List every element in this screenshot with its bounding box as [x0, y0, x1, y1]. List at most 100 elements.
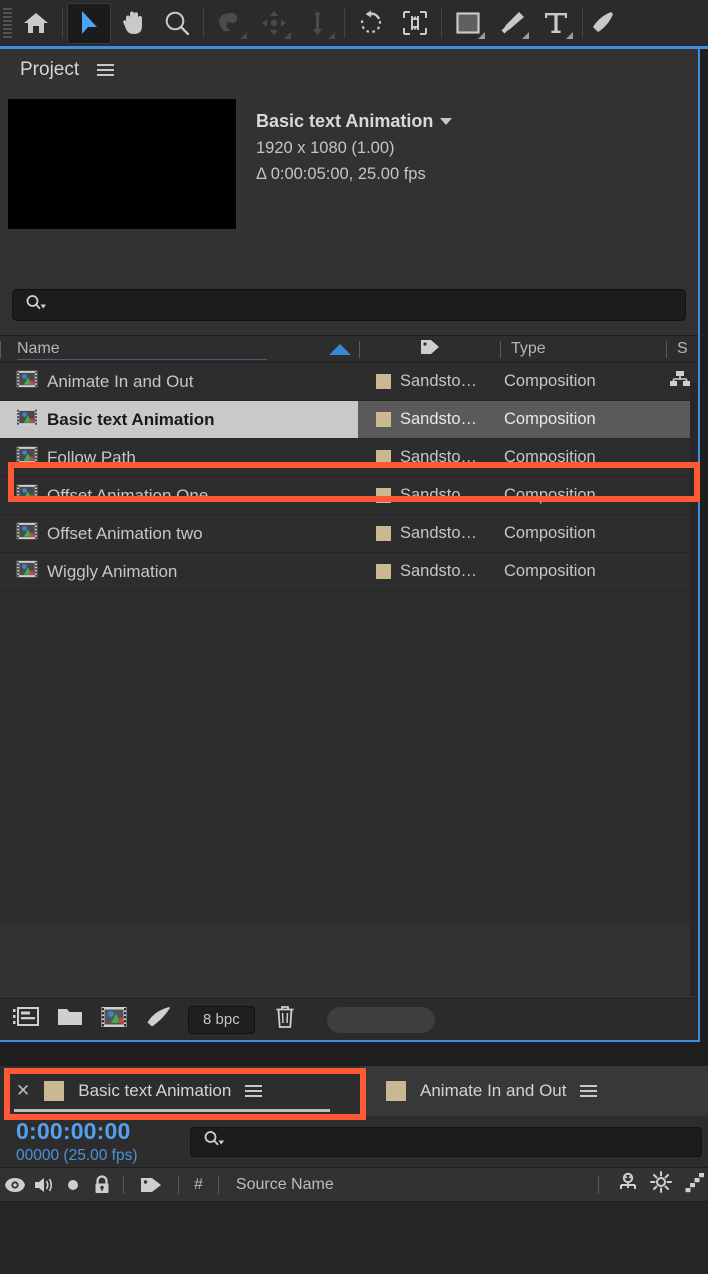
speaker-icon[interactable]	[29, 1176, 58, 1194]
composition-metadata: Basic text Animation 1920 x 1080 (1.00) …	[256, 99, 453, 289]
home-button[interactable]	[14, 3, 58, 44]
column-header-index[interactable]: #	[186, 1176, 211, 1194]
project-item-label-cell[interactable]: Sandsto…	[358, 439, 498, 476]
project-item-name: Wiggly Animation	[47, 561, 178, 581]
column-header-type[interactable]: Type	[501, 335, 666, 363]
shape-tool-button[interactable]	[446, 3, 490, 44]
column-header-label[interactable]	[360, 335, 500, 363]
composition-icon	[16, 446, 38, 469]
pan-camera-tool-button[interactable]	[252, 3, 296, 44]
label-color-swatch[interactable]	[376, 374, 391, 389]
pen-tool-button[interactable]	[490, 3, 534, 44]
project-item-name-cell[interactable]: Offset Animation One	[0, 477, 358, 514]
timeline-tab-menu-icon[interactable]	[245, 1085, 263, 1097]
fx-sun-icon[interactable]	[650, 1171, 672, 1198]
project-search-input[interactable]	[47, 297, 685, 313]
project-item-name-cell[interactable]: Basic text Animation	[0, 401, 358, 438]
orbit-tool-button[interactable]	[208, 3, 252, 44]
current-time-block[interactable]: 0:00:00:00 00000 (25.00 fps)	[0, 1118, 190, 1165]
timeline-search-box[interactable]	[190, 1126, 702, 1157]
timeline-tab-animate-in-and-out[interactable]: Animate In and Out	[360, 1066, 613, 1116]
column-divider	[217, 1175, 219, 1194]
project-empty-area[interactable]	[0, 591, 698, 924]
column-header-name[interactable]: Name	[1, 335, 359, 363]
timeline-search-input[interactable]	[225, 1133, 701, 1150]
project-item-label-cell[interactable]: Sandsto…	[358, 401, 498, 438]
project-vertical-scrollbar[interactable]	[690, 383, 698, 996]
new-composition-button[interactable]	[94, 1002, 134, 1038]
project-item-name-cell[interactable]: Offset Animation two	[0, 515, 358, 552]
label-color-swatch[interactable]	[376, 564, 391, 579]
delete-button[interactable]	[265, 1002, 305, 1038]
hand-tool-button[interactable]	[111, 3, 155, 44]
anchor-point-tool-button[interactable]	[393, 3, 437, 44]
timeline-layer-area[interactable]	[0, 1202, 708, 1274]
selection-tool-button[interactable]	[67, 2, 111, 44]
timeline-tab-basic-text-animation[interactable]: ✕ Basic text Animation	[0, 1066, 360, 1116]
project-item-label-cell[interactable]: Sandsto…	[358, 553, 498, 590]
project-panel: Project Basic text Animation 1920 x 1080…	[0, 49, 700, 1042]
column-header-size[interactable]: S	[667, 335, 698, 363]
timeline-tab-menu-icon[interactable]	[580, 1085, 598, 1097]
project-settings-button[interactable]	[138, 1002, 178, 1038]
project-column-headers: Name Type S	[0, 335, 698, 363]
tab-color-swatch	[44, 1081, 65, 1101]
rotation-tool-icon	[358, 10, 384, 36]
rotation-tool-button[interactable]	[349, 3, 393, 44]
brush-tool-button[interactable]	[587, 3, 617, 44]
motion-blur-icon[interactable]	[682, 1171, 706, 1198]
solo-dot-icon[interactable]	[58, 1177, 87, 1193]
eye-icon[interactable]	[0, 1177, 29, 1193]
lock-icon[interactable]	[87, 1174, 116, 1195]
current-time-display[interactable]: 0:00:00:00	[16, 1118, 190, 1145]
project-item-name: Animate In and Out	[47, 371, 194, 391]
composition-icon	[101, 1006, 127, 1033]
table-row[interactable]: Wiggly Animation Sandsto… Composition	[0, 553, 698, 591]
tag-icon[interactable]	[131, 1176, 171, 1194]
interpret-footage-button[interactable]	[6, 1002, 46, 1038]
project-search-box[interactable]	[12, 289, 686, 321]
project-item-label-cell[interactable]: Sandsto…	[358, 363, 498, 400]
project-item-label-cell[interactable]: Sandsto…	[358, 477, 498, 514]
project-item-name-cell[interactable]: Animate In and Out	[0, 363, 358, 400]
home-icon	[23, 11, 49, 35]
project-item-label: Sandsto…	[400, 562, 478, 580]
search-icon	[25, 294, 47, 317]
project-item-type: Composition	[504, 486, 596, 504]
label-color-swatch[interactable]	[376, 526, 391, 541]
dolly-tool-button[interactable]	[296, 3, 340, 44]
project-item-label-cell[interactable]: Sandsto…	[358, 515, 498, 552]
flowchart-icon[interactable]	[669, 370, 691, 393]
bit-depth-button[interactable]: 8 bpc	[188, 1005, 255, 1034]
new-folder-button[interactable]	[50, 1002, 90, 1038]
chevron-down-icon[interactable]	[440, 118, 453, 125]
label-color-swatch[interactable]	[376, 450, 391, 465]
table-row[interactable]: Animate In and Out Sandsto… Composition	[0, 363, 698, 401]
close-icon[interactable]: ✕	[16, 1081, 30, 1101]
project-footer-pill[interactable]	[326, 1006, 435, 1033]
project-panel-menu-icon[interactable]	[97, 64, 115, 76]
zoom-tool-button[interactable]	[155, 3, 199, 44]
toolbar-drag-grip[interactable]	[0, 0, 14, 48]
composition-icon	[16, 408, 38, 431]
project-item-name: Offset Animation two	[47, 523, 203, 543]
table-row[interactable]: Follow Path Sandsto… Composition	[0, 439, 698, 477]
label-color-swatch[interactable]	[376, 412, 391, 427]
table-row[interactable]: Offset Animation two Sandsto… Compositio…	[0, 515, 698, 553]
composition-icon	[16, 484, 38, 507]
project-item-name: Basic text Animation	[47, 409, 215, 429]
project-item-type: Composition	[504, 524, 596, 542]
toolbar-separator	[344, 8, 345, 38]
project-item-name-cell[interactable]: Follow Path	[0, 439, 358, 476]
parent-link-icon[interactable]	[616, 1172, 640, 1197]
label-color-swatch[interactable]	[376, 488, 391, 503]
table-row[interactable]: Basic text Animation Sandsto… Compositio…	[0, 401, 698, 439]
table-row[interactable]: Offset Animation One Sandsto… Compositio…	[0, 477, 698, 515]
toolbar-separator	[582, 8, 583, 38]
tool-flyout-corner-icon	[478, 31, 485, 39]
type-tool-button[interactable]	[534, 3, 578, 44]
column-header-source-name[interactable]: Source Name	[226, 1176, 334, 1194]
hand-tool-icon	[121, 10, 145, 36]
project-item-name-cell[interactable]: Wiggly Animation	[0, 553, 358, 590]
sort-ascending-icon[interactable]	[329, 343, 351, 355]
